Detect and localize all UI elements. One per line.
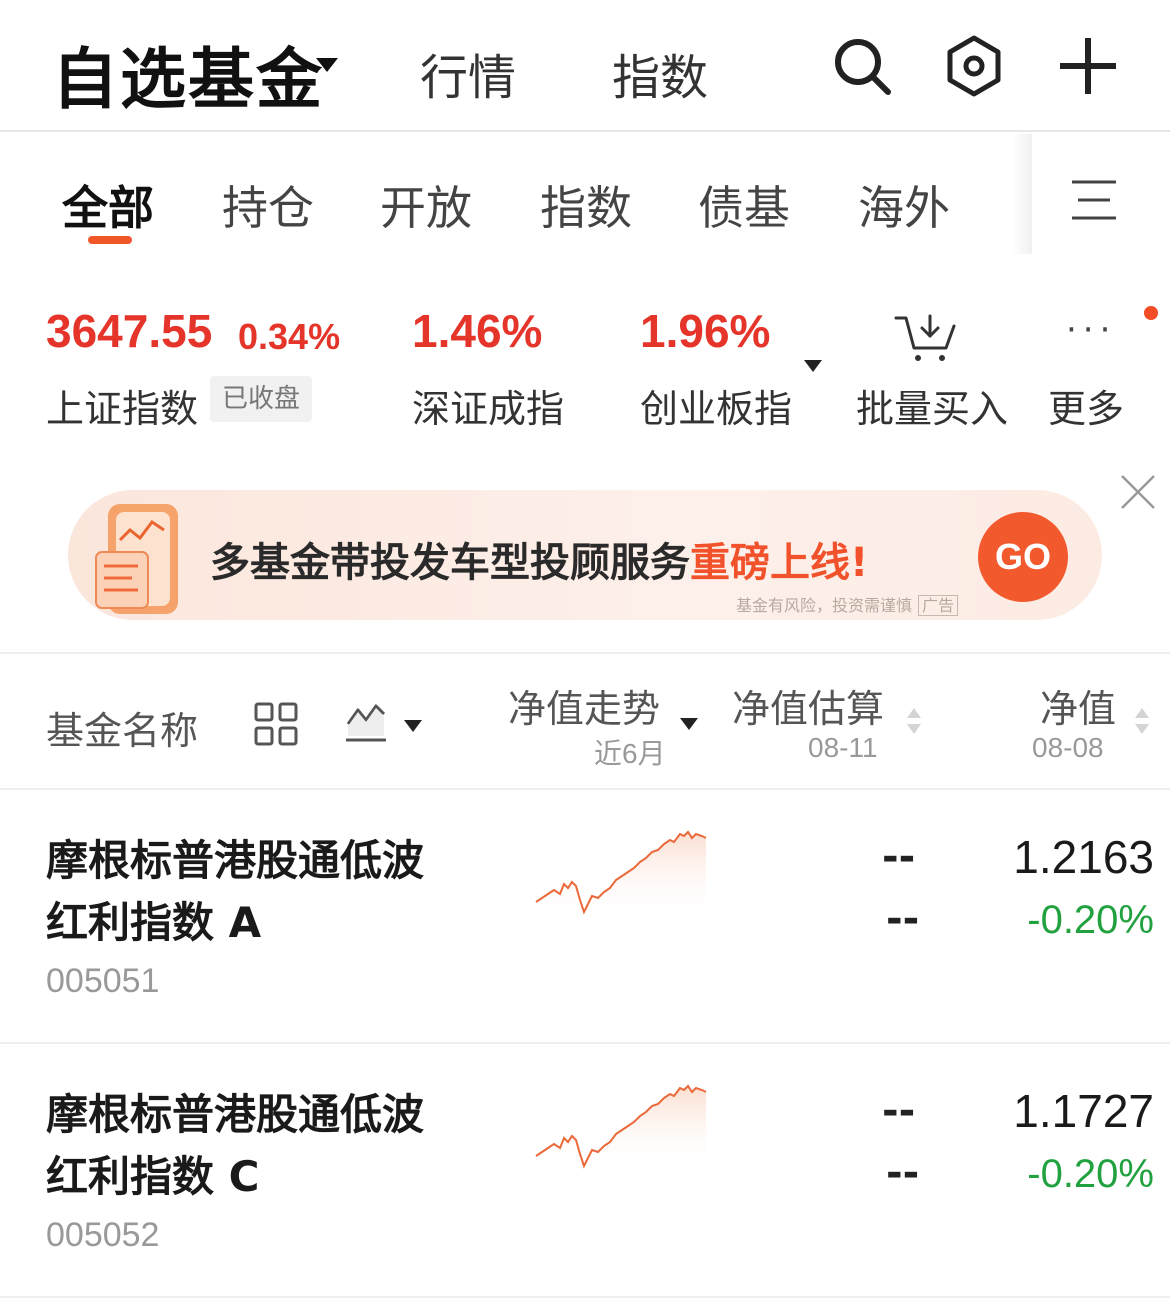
index-cy-change: 1.96% [640,305,771,357]
nav-market[interactable]: 行情 [420,38,516,108]
fund-code: 005051 [46,962,160,1000]
settings-icon[interactable] [942,34,1006,98]
search-icon[interactable] [830,34,894,98]
promo-banner[interactable]: 多基金带投发车型投顾服务重磅上线! GO 基金有风险，投资需谨慎 广告 [68,490,1102,620]
grid-view-icon[interactable] [254,702,298,746]
banner-text-main: 多基金带投发车型投顾服务 [210,540,690,586]
plus-icon[interactable] [1056,34,1120,98]
fund-name-line1: 摩根标普港股通低波 [46,836,425,885]
tab-bond[interactable]: 债基 [698,172,790,238]
trend-chart-icon[interactable] [344,696,388,744]
index-sh-name: 上证指数 [46,387,199,431]
col-nav-title: 净值 [1040,687,1117,731]
trend-period-caret-icon [680,718,698,730]
trend-dropdown-caret-icon[interactable] [404,720,422,732]
index-sz-change: 1.46% [412,305,543,357]
risk-note-text: 基金有风险，投资需谨慎 [736,596,913,615]
fund-row[interactable]: 摩根标普港股通低波 红利指数 C 005052 -- -- 1.1727 -0.… [0,1044,1170,1298]
close-icon[interactable] [1118,472,1158,512]
nav-value: 1.1727 [1013,1085,1154,1137]
banner-headline: 多基金带投发车型投顾服务重磅上线! [210,530,868,588]
index-strip: 3647.55 0.34% 上证指数 已收盘 1.46% 深证成指 1.96% … [0,290,1170,440]
banner-risk-note: 基金有风险，投资需谨慎 广告 [736,592,959,616]
category-tabs: 全部 持仓 开放 指数 债基 海外 [0,134,1170,264]
title-dropdown-caret-icon[interactable] [316,58,338,72]
top-header: 自选基金 行情 指数 [0,0,1170,132]
index-sh-value: 3647.55 [46,305,213,357]
nav-sparkline [535,1084,707,1172]
nav-value: 1.2163 [1013,831,1154,883]
estimate-change: -- [886,896,920,942]
page-title[interactable]: 自选基金 [52,26,324,122]
sort-icon [907,708,921,734]
tab-holdings[interactable]: 持仓 [222,172,314,238]
fund-name-line1: 摩根标普港股通低波 [46,1090,425,1139]
fund-name: 摩根标普港股通低波 红利指数 A [46,830,466,954]
fund-name: 摩根标普港股通低波 红利指数 C [46,1084,466,1208]
index-cy-name: 创业板指 [640,387,793,431]
col-estimate-title: 净值估算 [732,687,885,731]
banner-go-button[interactable]: GO [978,512,1068,602]
active-tab-indicator [88,236,132,244]
menu-icon[interactable] [1070,178,1118,222]
nav-change: -0.20% [1027,898,1154,942]
notification-dot [1144,306,1158,320]
banner-text-highlight: 重磅上线! [690,540,869,586]
market-closed-badge: 已收盘 [210,376,313,422]
tab-open[interactable]: 开放 [380,172,472,238]
col-trend-sub: 近6月 [594,738,666,769]
more-dots-icon: ··· [1066,310,1117,350]
tab-index[interactable]: 指数 [540,172,632,238]
index-sh-change: 0.34% [238,316,341,357]
estimate-value: -- [882,834,916,880]
tabs-fade-edge [1012,134,1032,254]
phone-chart-illustration-icon [95,504,178,614]
estimate-value: -- [882,1088,916,1134]
fund-table-header: 基金名称 净值走势 近6月 净值估算 08-11 净值 08-08 [0,652,1170,790]
index-sz-name: 深证成指 [412,387,565,431]
fund-name-line2: 红利指数 C [46,1152,260,1201]
fund-name-line2: 红利指数 A [46,898,262,947]
batch-buy-label: 批量买入 [856,387,1009,431]
nav-sparkline [535,830,707,918]
fund-row[interactable]: 摩根标普港股通低波 红利指数 A 005051 -- -- 1.2163 -0.… [0,790,1170,1044]
nav-index[interactable]: 指数 [612,38,708,108]
index-dropdown-caret-icon[interactable] [804,360,822,372]
tab-overseas[interactable]: 海外 [858,172,950,238]
col-estimate-sub: 08-11 [808,732,878,763]
col-trend-title: 净值走势 [508,687,661,731]
more-label: 更多 [1048,387,1125,431]
cart-icon [894,314,956,361]
estimate-change: -- [886,1150,920,1196]
col-fund-name: 基金名称 [46,709,199,753]
col-nav-sub: 08-08 [1032,732,1104,763]
sort-icon [1135,708,1149,734]
nav-change: -0.20% [1027,1152,1154,1196]
fund-code: 005052 [46,1216,160,1254]
promo-banner-area: 多基金带投发车型投顾服务重磅上线! GO 基金有风险，投资需谨慎 广告 [0,470,1170,650]
ad-label: 广告 [918,595,959,616]
tab-all[interactable]: 全部 [62,172,154,238]
